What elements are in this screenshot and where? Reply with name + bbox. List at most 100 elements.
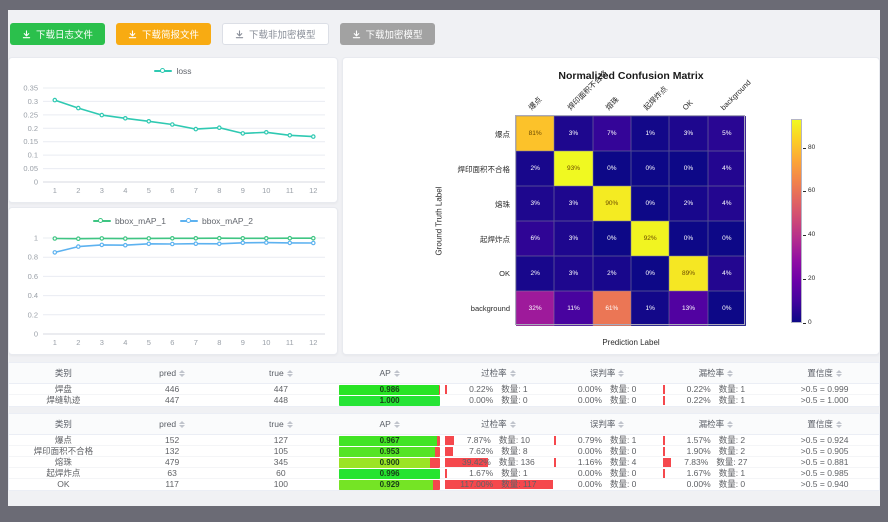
rate-percent: 1.67% xyxy=(469,468,493,479)
svg-text:1: 1 xyxy=(53,186,57,195)
column-header-置信度[interactable]: 置信度 xyxy=(770,368,879,379)
loss-chart-card: loss 00.050.10.150.20.250.30.35123456789… xyxy=(8,57,338,203)
svg-text:9: 9 xyxy=(241,186,245,195)
rate-percent: 7.62% xyxy=(469,446,493,457)
matrix-cell: 0% xyxy=(593,221,631,256)
svg-text:8: 8 xyxy=(217,186,221,195)
column-header-误判率[interactable]: 误判率 xyxy=(553,419,662,430)
rate-percent: 117.00% xyxy=(460,479,493,490)
download-icon xyxy=(235,30,244,39)
matrix-cell: 0% xyxy=(631,256,669,291)
cell-true: 127 xyxy=(227,435,336,446)
column-header-true[interactable]: true xyxy=(227,419,336,430)
column-header-漏检率[interactable]: 漏检率 xyxy=(662,368,771,379)
download-button-1[interactable]: 下载日志文件 xyxy=(10,23,105,45)
cell-true: 100 xyxy=(227,479,336,490)
column-header-label: 漏检率 xyxy=(699,419,725,430)
sort-icon[interactable] xyxy=(179,421,185,428)
svg-text:1: 1 xyxy=(34,234,38,243)
button-label: 下载加密模型 xyxy=(366,27,423,41)
matrix-cell: 3% xyxy=(554,116,592,151)
cell-overdetect-rate: 1.67% 数量: 1 xyxy=(444,468,553,479)
ap-bar: 0.967 xyxy=(339,436,440,446)
sort-icon[interactable] xyxy=(287,421,293,428)
legend-marker-icon xyxy=(93,217,111,225)
sort-icon[interactable] xyxy=(394,370,400,377)
column-header-pred[interactable]: pred xyxy=(118,368,227,379)
matrix-row-label: 熔珠 xyxy=(410,199,510,210)
sort-icon[interactable] xyxy=(836,370,842,377)
cell-overdetect-rate: 7.62%数量: 8 xyxy=(444,446,553,457)
cell-ap: 1.000 xyxy=(335,396,444,406)
column-header-label: AP xyxy=(379,368,390,379)
matrix-row-label: 起焊炸点 xyxy=(410,234,510,245)
cell-miss-rate: 0.22%数量: 1 xyxy=(662,384,771,395)
sort-icon[interactable] xyxy=(510,370,516,377)
svg-text:4: 4 xyxy=(123,338,127,347)
cell-misjudge-rate: 1.16%数量: 4 xyxy=(553,457,662,468)
download-button-2[interactable]: 下载简报文件 xyxy=(116,23,211,45)
column-header-漏检率[interactable]: 漏检率 xyxy=(662,419,771,430)
ap-bar: 0.986 xyxy=(339,385,440,395)
sort-icon[interactable] xyxy=(618,421,624,428)
svg-text:0.2: 0.2 xyxy=(28,124,38,133)
cell-misjudge-rate: 0.00%数量: 0 xyxy=(553,384,662,395)
cell-class: 起焊炸点 xyxy=(9,468,118,479)
legend-item-bbox_mAP_1[interactable]: bbox_mAP_1 xyxy=(93,216,166,226)
column-header-label: 过检率 xyxy=(481,419,507,430)
column-header-label: 置信度 xyxy=(807,368,833,379)
matrix-cell: 11% xyxy=(554,291,592,326)
colorbar-tick: 60 xyxy=(808,187,815,194)
column-header-AP[interactable]: AP xyxy=(335,368,444,379)
sort-icon[interactable] xyxy=(179,370,185,377)
ap-value: 0.967 xyxy=(339,436,440,446)
svg-text:3: 3 xyxy=(100,338,104,347)
legend-item-bbox_mAP_2[interactable]: bbox_mAP_2 xyxy=(180,216,253,226)
rate-percent: 0.00% xyxy=(578,446,602,457)
cell-misjudge-rate: 0.00%数量: 0 xyxy=(553,479,662,490)
download-icon xyxy=(352,30,361,39)
cell-overdetect-rate: 117.00%数量: 117 xyxy=(444,479,553,490)
matrix-cell: 1% xyxy=(631,116,669,151)
sort-icon[interactable] xyxy=(510,421,516,428)
column-header-AP[interactable]: AP xyxy=(335,419,444,430)
sort-icon[interactable] xyxy=(727,421,733,428)
cell-miss-rate: 0.22%数量: 1 xyxy=(662,395,771,406)
column-header-过检率[interactable]: 过检率 xyxy=(444,419,553,430)
column-header-label: AP xyxy=(379,419,390,430)
rate-count: 数量: 0 xyxy=(610,446,636,457)
sort-icon[interactable] xyxy=(618,370,624,377)
download-button-3[interactable]: 下载非加密模型 xyxy=(222,23,329,45)
rate-count: 数量: 1 xyxy=(501,468,527,479)
sort-icon[interactable] xyxy=(394,421,400,428)
cell-pred: 132 xyxy=(118,446,227,457)
cell-pred: 446 xyxy=(118,384,227,395)
column-header-label: pred xyxy=(159,368,176,379)
svg-text:0.2: 0.2 xyxy=(28,310,38,319)
cell-miss-rate: 1.67%数量: 1 xyxy=(662,468,771,479)
matrix-cell: 7% xyxy=(593,116,631,151)
matrix-cell: 3% xyxy=(554,256,592,291)
sort-icon[interactable] xyxy=(287,370,293,377)
column-header-过检率[interactable]: 过检率 xyxy=(444,368,553,379)
matrix-cell: 92% xyxy=(631,221,669,256)
rate-percent: 1.90% xyxy=(687,446,711,457)
sort-icon[interactable] xyxy=(727,370,733,377)
rate-percent: 0.00% xyxy=(578,468,602,479)
legend-label: bbox_mAP_1 xyxy=(115,216,166,226)
cell-overdetect-rate: 39.42%数量: 136 xyxy=(444,457,553,468)
matrix-cell: 2% xyxy=(593,256,631,291)
download-icon xyxy=(22,30,31,39)
download-button-4[interactable]: 下载加密模型 xyxy=(340,23,435,45)
rate-count: 数量: 0 xyxy=(610,384,636,395)
column-header-误判率[interactable]: 误判率 xyxy=(553,368,662,379)
cell-misjudge-rate: 0.00%数量: 0 xyxy=(553,395,662,406)
svg-text:4: 4 xyxy=(123,186,127,195)
column-header-true[interactable]: true xyxy=(227,368,336,379)
column-header-置信度[interactable]: 置信度 xyxy=(770,419,879,430)
column-header-pred[interactable]: pred xyxy=(118,419,227,430)
legend-item-loss[interactable]: loss xyxy=(154,66,191,76)
sort-icon[interactable] xyxy=(836,421,842,428)
rate-count: 数量: 1 xyxy=(501,384,527,395)
matrix-cell: 4% xyxy=(708,151,746,186)
